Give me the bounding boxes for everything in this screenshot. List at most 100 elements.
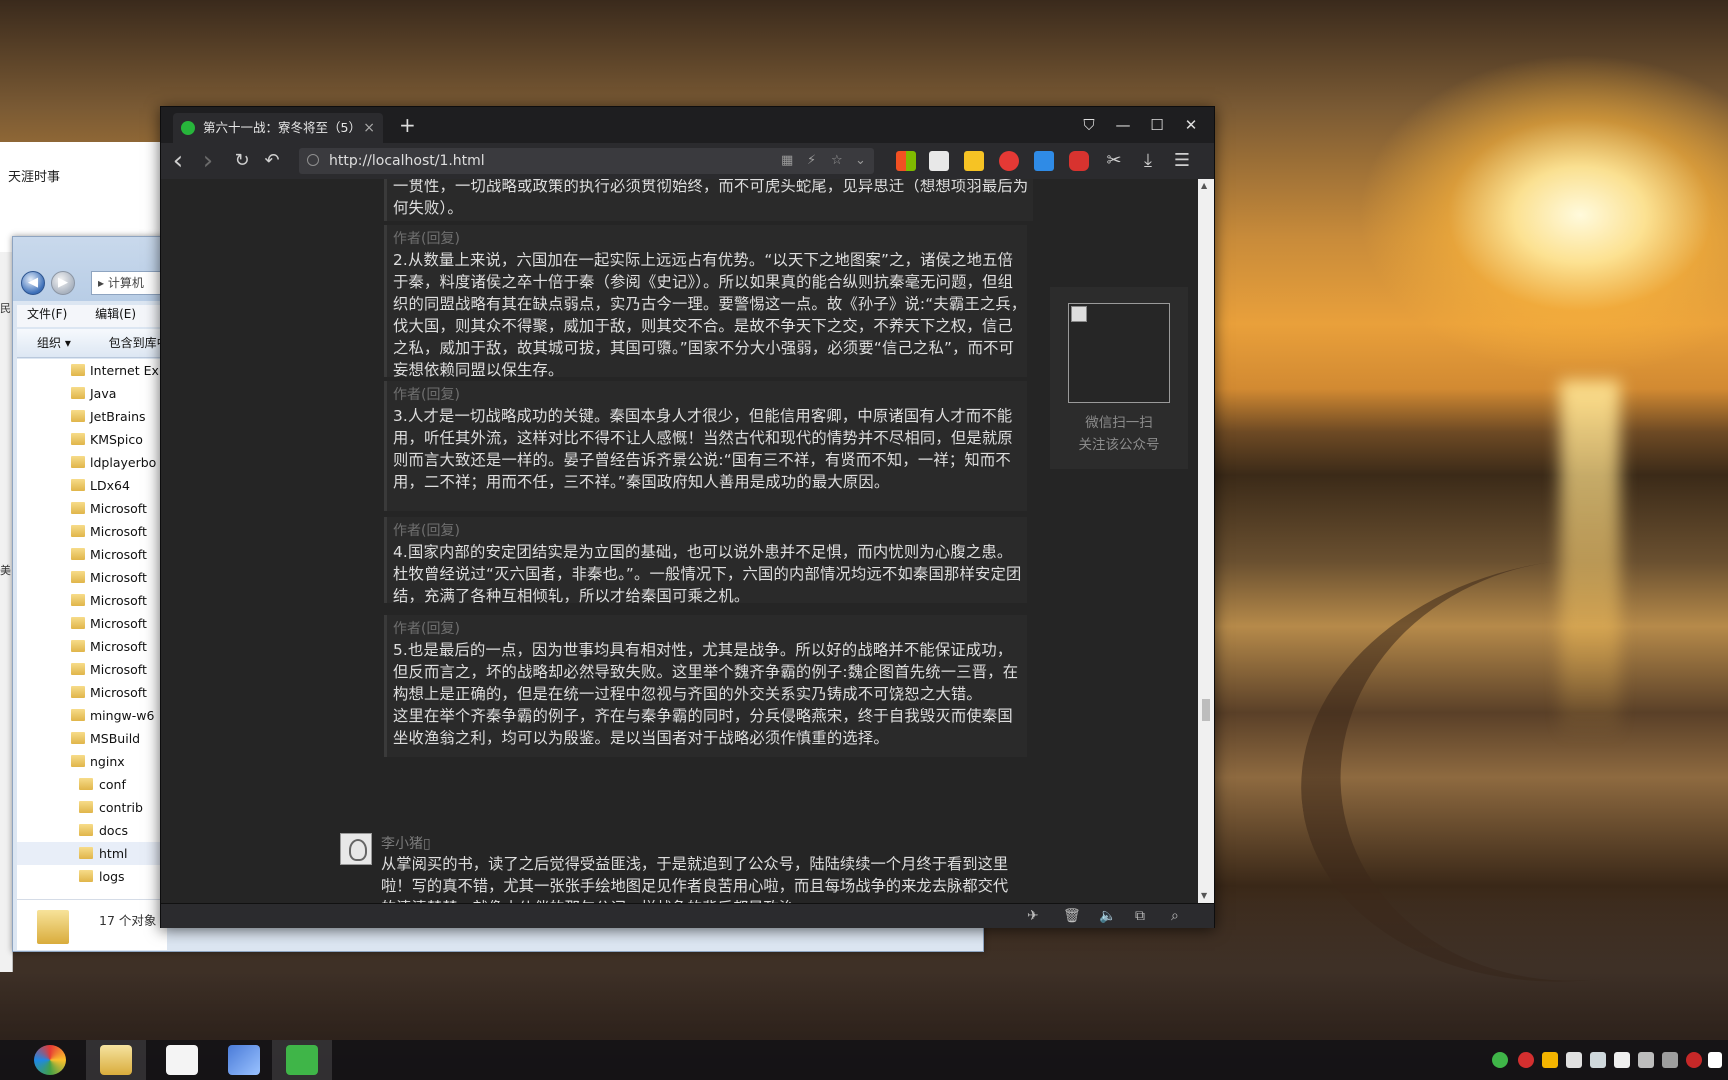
reader-extension-icon[interactable]	[929, 151, 949, 171]
forward-arrow-icon[interactable]: ▶	[51, 271, 75, 295]
screenshot-cut-icon[interactable]: ✂	[1099, 143, 1129, 179]
back-icon[interactable]: ‹	[163, 143, 193, 179]
folder-icon	[71, 479, 85, 491]
taskbar-wechat-button[interactable]	[272, 1040, 332, 1080]
menu-file[interactable]: 文件(F)	[17, 307, 67, 321]
game-extension-icon[interactable]	[964, 151, 984, 171]
avatar[interactable]	[340, 833, 372, 865]
bookmark-star-icon[interactable]: ☆	[831, 148, 843, 174]
tree-item[interactable]: conf	[17, 773, 167, 796]
maximize-button[interactable]: ☐	[1140, 107, 1174, 143]
taskbar-explorer-button[interactable]	[86, 1040, 146, 1080]
tree-item[interactable]: Java	[17, 382, 167, 405]
scrollbar-thumb[interactable]	[1202, 699, 1210, 721]
speed-mode-icon[interactable]: ⚡	[807, 148, 816, 174]
address-bar[interactable]: http://localhost/1.html ▦ ⚡ ☆ ⌄	[299, 148, 874, 174]
tree-item[interactable]: Microsoft	[17, 566, 167, 589]
folder-icon	[71, 640, 85, 652]
folder-icon	[79, 801, 93, 813]
page-content[interactable]: 一贯性，一切战略或政策的执行必须贯彻始终，而不可虎头蛇尾，见异思迁（想想项羽最后…	[161, 179, 1198, 903]
wechat-icon	[286, 1045, 318, 1075]
tree-item[interactable]: ldplayerbo	[17, 451, 167, 474]
apps-extension-icon[interactable]	[896, 151, 916, 171]
menu-edit[interactable]: 编辑(E)	[85, 307, 136, 321]
tray-flag-icon[interactable]	[1708, 1052, 1722, 1068]
site-info-icon[interactable]	[307, 154, 319, 166]
tree-item[interactable]: LDx64	[17, 474, 167, 497]
vertical-scrollbar[interactable]: ▲ ▼	[1198, 179, 1214, 903]
reload-icon[interactable]: ↻	[227, 143, 257, 179]
video-extension-icon[interactable]	[1069, 151, 1089, 171]
browser-tab[interactable]: 第六十一战：寮冬将至（5） ×	[173, 113, 383, 143]
accelerate-icon[interactable]: ✈	[1027, 904, 1039, 928]
qr-code-icon[interactable]: ▦	[781, 148, 793, 174]
tray-wechat-icon[interactable]	[1492, 1052, 1508, 1068]
tree-item[interactable]: KMSpico	[17, 428, 167, 451]
skin-icon[interactable]: ⛉	[1072, 107, 1106, 143]
tree-item[interactable]: Microsoft	[17, 681, 167, 704]
new-tab-button[interactable]: +	[399, 111, 416, 139]
tree-item[interactable]: logs	[17, 865, 167, 888]
back-arrow-icon[interactable]: ◀	[21, 271, 45, 295]
folder-icon	[71, 663, 85, 675]
tree-item[interactable]: contrib	[17, 796, 167, 819]
reply-author: 作者(回复)	[393, 621, 460, 637]
taskbar-browser-button[interactable]	[20, 1040, 80, 1080]
tree-item[interactable]: MSBuild	[17, 727, 167, 750]
tree-item[interactable]: Microsoft	[17, 658, 167, 681]
address-dropdown-icon[interactable]: ⌄	[855, 148, 866, 174]
tray-app-icon[interactable]	[1686, 1052, 1702, 1068]
tree-item[interactable]: Microsoft	[17, 635, 167, 658]
navigation-bar: ‹ › ↻ ↶ http://localhost/1.html ▦ ⚡ ☆ ⌄ …	[161, 143, 1214, 179]
browser-window[interactable]: 第六十一战：寮冬将至（5） × + ⛉ — ☐ ✕ ‹ › ↻ ↶ http:/…	[160, 106, 1215, 928]
tray-monitor-icon[interactable]	[1662, 1052, 1678, 1068]
menu-icon[interactable]: ☰	[1167, 143, 1197, 179]
tray-volume-icon[interactable]	[1638, 1052, 1654, 1068]
tree-item[interactable]: Microsoft	[17, 612, 167, 635]
organize-button[interactable]: 组织 ▾	[37, 336, 71, 350]
tree-item[interactable]: nginx	[17, 750, 167, 773]
folder-icon	[79, 778, 93, 790]
taskbar-airplane-app-button[interactable]	[152, 1040, 212, 1080]
folder-icon	[71, 410, 85, 422]
taskbar-feishu-button[interactable]	[214, 1040, 274, 1080]
minimize-button[interactable]: —	[1106, 107, 1140, 143]
reply-text: 3.人才是一切战略成功的关键。秦国本身人才很少，但能信用客卿，中原诸国有人才而不…	[393, 407, 1013, 491]
reply-author: 作者(回复)	[393, 523, 460, 539]
qr-caption: 关注该公众号	[1078, 437, 1160, 453]
folder-icon	[79, 847, 93, 859]
tree-item[interactable]: Microsoft	[17, 543, 167, 566]
tray-clipboard-icon[interactable]	[1566, 1052, 1582, 1068]
reply-author: 作者(回复)	[393, 387, 460, 403]
tree-item[interactable]: Internet Ex	[17, 359, 167, 382]
tree-item[interactable]: JetBrains	[17, 405, 167, 428]
translate-extension-icon[interactable]	[1034, 151, 1054, 171]
forward-icon[interactable]: ›	[193, 143, 223, 179]
tray-record-icon[interactable]	[1518, 1052, 1534, 1068]
tree-item[interactable]: Microsoft	[17, 497, 167, 520]
scroll-down-arrow-icon[interactable]: ▼	[1201, 891, 1207, 900]
tree-item[interactable]: Microsoft	[17, 520, 167, 543]
qr-code-image	[1068, 303, 1170, 403]
window-mode-icon[interactable]: ⧉	[1135, 904, 1145, 928]
tray-display-icon[interactable]	[1590, 1052, 1606, 1068]
scroll-up-arrow-icon[interactable]: ▲	[1201, 181, 1207, 190]
qr-code-card: 微信扫一扫 关注该公众号	[1050, 287, 1188, 469]
undo-close-icon[interactable]: ↶	[257, 143, 287, 179]
tab-close-icon[interactable]: ×	[363, 113, 375, 143]
volume-icon[interactable]: 🔈	[1099, 904, 1116, 928]
close-window-button[interactable]: ✕	[1174, 107, 1208, 143]
zoom-search-icon[interactable]: ⌕	[1171, 904, 1179, 928]
tray-network-icon[interactable]	[1614, 1052, 1630, 1068]
tray-security-icon[interactable]	[1542, 1052, 1558, 1068]
shopping-extension-icon[interactable]	[999, 151, 1019, 171]
airplane-icon	[166, 1045, 198, 1075]
folder-icon	[71, 732, 85, 744]
tree-item[interactable]: mingw-w6	[17, 704, 167, 727]
reply-text: 一贯性，一切战略或政策的执行必须贯彻始终，而不可虎头蛇尾，见异思迁（想想项羽最后…	[393, 179, 1029, 217]
tree-item-selected[interactable]: html	[17, 842, 167, 865]
tree-item[interactable]: Microsoft	[17, 589, 167, 612]
tree-item[interactable]: docs	[17, 819, 167, 842]
download-icon[interactable]: ⤓	[1133, 143, 1163, 179]
clear-trash-icon[interactable]: 🗑	[1063, 904, 1081, 928]
